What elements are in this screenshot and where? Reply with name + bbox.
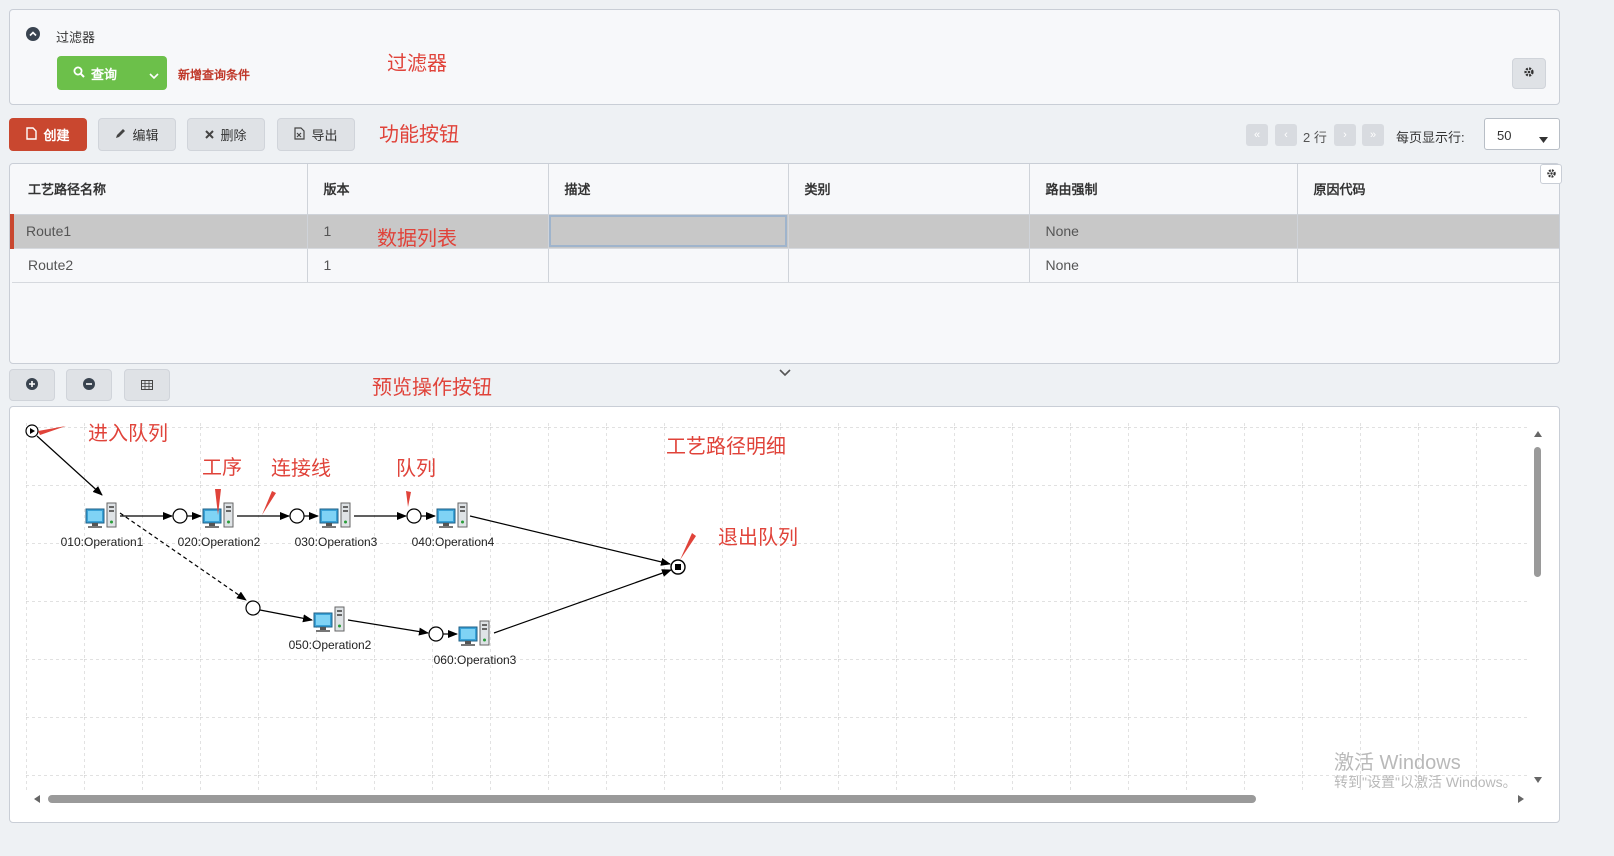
last-page-button[interactable]: » (1362, 124, 1384, 146)
plus-circle-icon (26, 377, 38, 393)
column-header[interactable]: 描述 (548, 164, 789, 215)
route-diagram[interactable]: 010:Operation1 020:Operation2 030:Operat… (10, 407, 1559, 822)
cell-name[interactable]: Route1 (10, 214, 308, 249)
chevron-down-icon[interactable] (149, 68, 159, 83)
annotation-buttons: 功能按钮 (379, 122, 459, 146)
table-row[interactable]: Route1 1 None (10, 214, 1559, 249)
splitter-chevron-icon[interactable] (778, 366, 792, 381)
cell-reason[interactable] (1297, 248, 1559, 283)
cell-version[interactable]: 1 (307, 248, 549, 283)
query-label: 查询 (91, 66, 118, 82)
cell-reason[interactable] (1297, 214, 1559, 249)
prev-page-button[interactable]: ‹ (1275, 124, 1297, 146)
queue-node[interactable] (406, 508, 422, 524)
queue-node[interactable] (245, 600, 261, 616)
vertical-scrollbar[interactable] (1534, 431, 1542, 783)
file-icon (26, 126, 38, 143)
column-header[interactable]: 版本 (307, 164, 549, 215)
column-header[interactable]: 类别 (788, 164, 1030, 215)
cell-category[interactable] (788, 214, 1030, 249)
grid-settings-button[interactable] (1540, 164, 1562, 184)
search-icon (73, 66, 85, 81)
table-icon (141, 378, 153, 393)
first-page-button[interactable]: « (1246, 124, 1268, 146)
edit-label: 编辑 (132, 128, 159, 143)
gear-icon (1546, 167, 1557, 182)
node-label: 030:Operation3 (295, 535, 378, 549)
caret-down-icon (1539, 131, 1548, 146)
filter-panel: 过滤器 查询 新增查询条件 (9, 9, 1560, 105)
annotation-filter: 过滤器 (387, 51, 447, 75)
cell-category[interactable] (788, 248, 1030, 283)
gear-icon (1523, 66, 1535, 81)
column-header[interactable]: 路由强制 (1029, 164, 1298, 215)
queue-node[interactable] (289, 508, 305, 524)
node-label: 050:Operation2 (289, 638, 372, 652)
table-view-button[interactable] (124, 369, 170, 401)
export-label: 导出 (311, 128, 338, 143)
column-header[interactable]: 原因代码 (1297, 164, 1559, 215)
annotation-queue: 队列 (396, 456, 436, 480)
add-condition-link[interactable]: 新增查询条件 (178, 66, 250, 83)
node-label: 060:Operation3 (434, 653, 517, 667)
delete-button[interactable]: 删除 (187, 118, 265, 151)
table-header: 工艺路径名称 版本 描述 类别 路由强制 原因代码 (12, 164, 1559, 215)
pencil-icon (115, 127, 126, 142)
node-label: 040:Operation4 (412, 535, 495, 549)
exit-queue-node[interactable] (670, 559, 686, 575)
cell-desc[interactable] (548, 214, 789, 249)
cell-desc[interactable] (548, 248, 789, 283)
queue-node[interactable] (428, 626, 444, 642)
row-count: 2 行 (1303, 130, 1327, 145)
annotation-enter-queue: 进入队列 (88, 421, 168, 445)
query-button[interactable]: 查询 (57, 56, 167, 90)
queue-node[interactable] (172, 508, 188, 524)
excel-icon (294, 126, 306, 143)
delete-label: 删除 (220, 128, 247, 143)
cell-force[interactable]: None (1029, 248, 1298, 283)
edit-button[interactable]: 编辑 (98, 118, 176, 151)
cell-force[interactable]: None (1029, 214, 1298, 249)
create-button[interactable]: 创建 (9, 118, 87, 151)
cell-name[interactable]: Route2 (12, 248, 308, 283)
zoom-out-button[interactable] (66, 369, 112, 401)
filter-title: 过滤器 (56, 30, 96, 45)
horizontal-scrollbar[interactable] (34, 795, 1524, 803)
annotation-route-detail: 工艺路径明细 (666, 434, 786, 458)
entry-queue-node[interactable] (25, 424, 39, 438)
column-header[interactable]: 工艺路径名称 (12, 164, 308, 215)
annotation-list: 数据列表 (377, 226, 457, 250)
minus-circle-icon (83, 377, 95, 393)
node-label: 020:Operation2 (178, 535, 261, 549)
filter-settings-button[interactable] (1512, 58, 1546, 89)
annotation-exit-queue: 退出队列 (718, 525, 798, 549)
collapse-icon[interactable] (26, 27, 40, 41)
close-icon (205, 127, 215, 142)
annotation-operation: 工序 (202, 455, 242, 479)
watermark-subtitle: 转到"设置"以激活 Windows。 (1334, 774, 1517, 790)
zoom-in-button[interactable] (9, 369, 55, 401)
data-grid: 工艺路径名称 版本 描述 类别 路由强制 原因代码 Route1 1 None … (9, 163, 1560, 364)
per-page-select[interactable]: 50 (1484, 118, 1560, 150)
export-button[interactable]: 导出 (277, 118, 355, 151)
create-label: 创建 (43, 128, 70, 143)
annotation-preview-buttons: 预览操作按钮 (372, 375, 492, 399)
annotation-connector: 连接线 (271, 456, 331, 480)
node-label: 010:Operation1 (61, 535, 144, 549)
per-page-label: 每页显示行: (1396, 130, 1465, 145)
table-row[interactable]: Route2 1 None (12, 248, 1559, 283)
next-page-button[interactable]: › (1334, 124, 1356, 146)
per-page-value: 50 (1497, 128, 1512, 143)
watermark-title: 激活 Windows (1334, 752, 1461, 774)
